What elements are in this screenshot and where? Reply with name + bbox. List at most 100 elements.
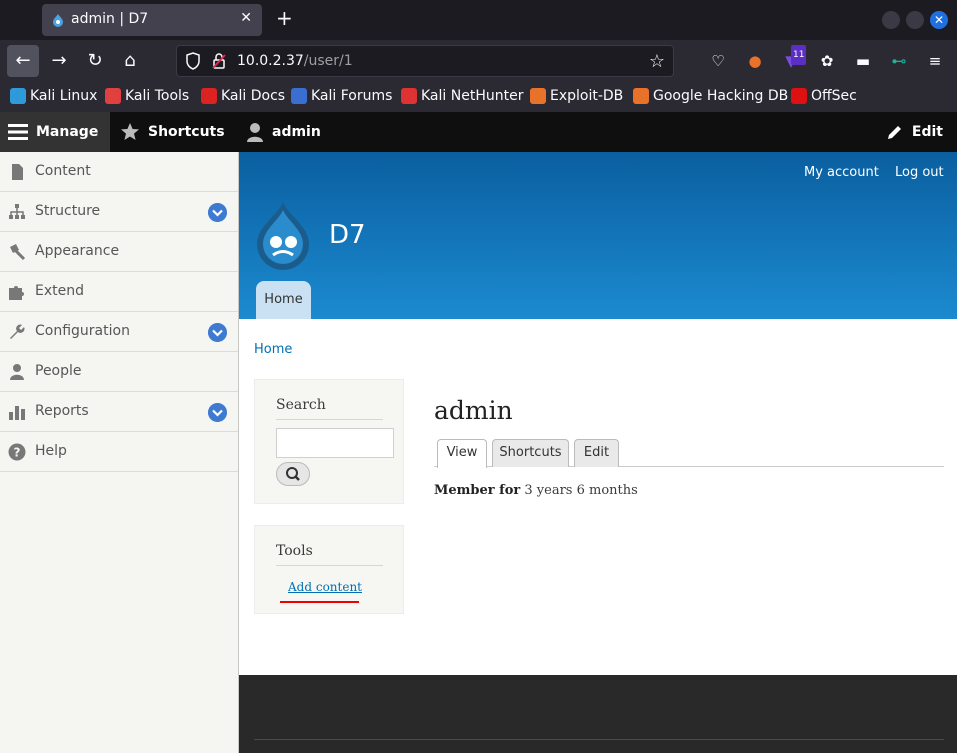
tools-block: Tools Add content [254,525,404,614]
sitemap-icon [9,204,25,219]
bookmark-star-icon[interactable]: ☆ [649,51,665,72]
browser-nav-bar: ← → ↻ ⌂ 10.0.2.37/user/1 ☆ ♡ ● ▼11 ✿ ▬ ⊷… [0,40,957,82]
admin-tray: Content Structure Appearance Extend Conf… [0,152,239,753]
tab-close-icon[interactable]: ✕ [240,10,252,26]
shield-icon [186,52,200,70]
kali-tools-icon [105,88,121,104]
footer-divider [254,739,944,740]
toolbar-edit[interactable]: Edit [878,112,951,152]
drupal-favicon-icon [53,14,63,27]
bookmark-kali-linux[interactable]: Kali Linux [10,88,97,104]
tray-item-content[interactable]: Content [0,152,238,192]
admin-toolbar: Manage Shortcuts admin Edit [0,112,957,152]
chevron-down-icon[interactable] [208,403,227,422]
bookmark-offsec[interactable]: OffSec [791,88,857,104]
tray-item-appearance[interactable]: Appearance [0,232,238,272]
divider [276,565,383,566]
site-name[interactable]: D7 [329,220,366,250]
bookmark-kali-docs[interactable]: Kali Docs [201,88,285,104]
wrench-icon [10,324,25,339]
hamburger-icon [8,124,28,140]
minimize-button[interactable] [882,11,900,29]
bookmark-google-hacking-db[interactable]: Google Hacking DB [633,88,788,104]
member-for-label: Member for [434,483,521,498]
close-window-button[interactable]: ✕ [930,11,948,29]
red-annotation-underline [280,601,359,603]
add-content-link[interactable]: Add content [288,580,362,594]
chevron-down-icon[interactable] [208,203,227,222]
pocket-icon[interactable]: ♡ [708,51,728,71]
log-out-link[interactable]: Log out [895,165,944,180]
hat-icon[interactable]: ▬ [853,51,873,71]
kali-docs-icon [201,88,217,104]
user-icon [247,123,263,142]
file-icon [12,164,23,180]
tray-item-configuration[interactable]: Configuration [0,312,238,352]
bookmark-kali-nethunter[interactable]: Kali NetHunter [401,88,523,104]
user-tabs: View Shortcuts Edit [434,439,944,468]
browser-tab-bar: admin | D7 ✕ + ✕ [0,0,957,40]
tray-item-extend[interactable]: Extend [0,272,238,312]
member-for-value: 3 years 6 months [524,483,638,498]
bookmark-kali-tools[interactable]: Kali Tools [105,88,189,104]
back-button[interactable]: ← [7,45,39,77]
tools-block-title: Tools [276,543,313,559]
chevron-down-icon[interactable] [208,323,227,342]
cookie-icon[interactable]: ✿ [817,51,837,71]
kali-dragon-icon [10,88,26,104]
offsec-icon [791,88,807,104]
search-block-title: Search [276,397,326,413]
url-text: 10.0.2.37/user/1 [237,53,353,69]
toolbar-user[interactable]: admin [238,112,329,152]
svg-text:?: ? [14,446,21,460]
my-account-link[interactable]: My account [804,165,879,180]
tray-item-help[interactable]: ? Help [0,432,238,472]
drupal-logo-icon[interactable] [253,200,313,270]
search-button[interactable] [276,462,310,486]
url-bar[interactable]: 10.0.2.37/user/1 ☆ [176,45,674,77]
extension-badge-icon[interactable]: ▼11 [781,45,807,71]
site-footer [239,675,957,753]
tab-shortcuts[interactable]: Shortcuts [492,439,569,467]
kali-forums-icon [291,88,307,104]
bookmark-exploit-db[interactable]: Exploit-DB [530,88,623,104]
reload-button[interactable]: ↻ [79,45,111,77]
extension-teal-icon[interactable]: ⊷ [889,51,909,71]
bookmarks-bar: Kali Linux Kali Tools Kali Docs Kali For… [0,82,957,112]
insecure-lock-icon [212,53,226,69]
new-tab-button[interactable]: + [276,6,293,30]
people-icon [10,364,24,380]
toolbar-shortcuts[interactable]: Shortcuts [112,112,233,152]
site-header: My account Log out D7 Home [239,152,957,319]
bookmark-kali-forums[interactable]: Kali Forums [291,88,392,104]
brush-icon [10,244,26,261]
kali-nethunter-icon [401,88,417,104]
extension-fox-icon[interactable]: ● [745,51,765,71]
help-icon: ? [8,443,26,461]
star-icon [121,123,139,140]
tab-title: admin | D7 [71,11,149,27]
member-for: Member for 3 years 6 months [434,483,638,498]
home-button[interactable]: ⌂ [114,45,146,77]
tab-edit[interactable]: Edit [574,439,619,467]
tab-view[interactable]: View [437,439,487,468]
search-input[interactable] [276,428,394,458]
search-block: Search [254,379,404,504]
toolbar-manage[interactable]: Manage [0,112,110,152]
ghdb-icon [633,88,649,104]
browser-tab[interactable]: admin | D7 ✕ [42,4,262,36]
tray-item-reports[interactable]: Reports [0,392,238,432]
forward-button[interactable]: → [43,45,75,77]
puzzle-icon [9,286,24,300]
tray-item-people[interactable]: People [0,352,238,392]
menu-icon[interactable]: ≡ [925,51,945,71]
exploit-db-icon [530,88,546,104]
divider [276,419,383,420]
maximize-button[interactable] [906,11,924,29]
page-title: admin [434,396,513,425]
breadcrumb[interactable]: Home [254,342,292,357]
drupal-page: My account Log out D7 Home Home Search T… [239,152,957,753]
main-menu-home-tab[interactable]: Home [256,281,311,319]
tray-item-structure[interactable]: Structure [0,192,238,232]
bar-chart-icon [9,406,25,420]
